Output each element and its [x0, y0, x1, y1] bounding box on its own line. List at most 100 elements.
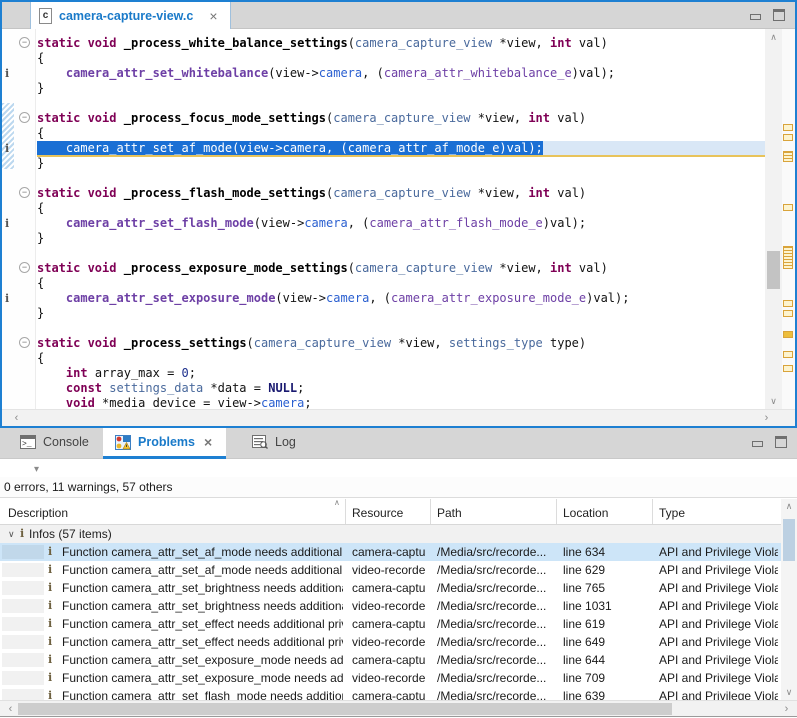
info-annotation-icon[interactable]: i: [5, 142, 9, 155]
code-line[interactable]: }: [37, 81, 765, 96]
table-cell: Function camera_attr_set_af_mode needs a…: [62, 561, 343, 579]
tab-console[interactable]: >_ Console: [8, 428, 101, 456]
code-line[interactable]: [37, 321, 765, 336]
code-line[interactable]: {: [37, 276, 765, 291]
fold-collapse-icon[interactable]: −: [19, 37, 30, 48]
table-row[interactable]: iFunction camera_attr_set_brightness nee…: [0, 597, 781, 615]
scroll-down-icon[interactable]: ∨: [765, 393, 782, 409]
code-line[interactable]: }: [37, 156, 765, 171]
warning-marker-icon[interactable]: [783, 246, 793, 269]
scrollbar-thumb[interactable]: [767, 251, 780, 289]
fold-collapse-icon[interactable]: −: [19, 187, 30, 198]
minimize-button[interactable]: [750, 14, 761, 20]
table-row[interactable]: iFunction camera_attr_set_af_mode needs …: [0, 543, 781, 561]
editor-vertical-scrollbar[interactable]: ∧ ∨: [765, 29, 782, 409]
code-line[interactable]: static void _process_focus_mode_settings…: [37, 111, 765, 126]
code-line[interactable]: [37, 246, 765, 261]
code-line[interactable]: camera_attr_set_whitebalance(view->camer…: [37, 66, 765, 81]
scroll-down-icon[interactable]: ∨: [781, 685, 797, 700]
code-line[interactable]: {: [37, 126, 765, 141]
scrollbar-thumb[interactable]: [18, 703, 672, 715]
code-line[interactable]: [37, 96, 765, 111]
column-header-type[interactable]: Type: [659, 499, 685, 525]
tree-indent: [2, 599, 44, 613]
minimize-button[interactable]: [752, 441, 763, 447]
code-line[interactable]: static void _process_white_balance_setti…: [37, 36, 765, 51]
column-header-description[interactable]: Description: [8, 499, 68, 525]
table-cell: Function camera_attr_set_brightness need…: [62, 579, 343, 597]
table-row[interactable]: iFunction camera_attr_set_exposure_mode …: [0, 669, 781, 687]
code-line[interactable]: camera_attr_set_af_mode(view->camera, (c…: [37, 141, 765, 156]
scroll-right-icon[interactable]: ›: [778, 701, 795, 718]
scroll-up-icon[interactable]: ∧: [765, 29, 782, 45]
table-cell: API and Privilege Violat: [659, 543, 778, 561]
tab-log[interactable]: Log: [240, 428, 308, 456]
warning-marker-icon[interactable]: [783, 300, 793, 307]
warning-marker-icon[interactable]: [783, 204, 793, 211]
scroll-up-icon[interactable]: ∧: [781, 499, 797, 514]
code-line[interactable]: int array_max = 0;: [37, 366, 765, 381]
column-header-location[interactable]: Location: [563, 499, 608, 525]
table-vertical-scrollbar[interactable]: ∧ ∨: [781, 499, 797, 700]
table-cell: camera-captu...: [352, 651, 426, 669]
code-editor[interactable]: − i − i − i − i − static void _process_white_bal…: [2, 29, 795, 409]
column-header-resource[interactable]: Resource: [352, 499, 403, 525]
code-line[interactable]: const settings_data *data = NULL;: [37, 381, 765, 396]
maximize-button[interactable]: [775, 436, 787, 448]
scrollbar-thumb[interactable]: [783, 519, 795, 561]
column-header-path[interactable]: Path: [437, 499, 462, 525]
table-row[interactable]: iFunction camera_attr_set_af_mode needs …: [0, 561, 781, 579]
fold-collapse-icon[interactable]: −: [19, 262, 30, 273]
code-line[interactable]: }: [37, 231, 765, 246]
table-row[interactable]: iFunction camera_attr_set_flash_mode nee…: [0, 687, 781, 700]
scroll-left-icon[interactable]: ‹: [8, 410, 25, 427]
warning-marker-icon[interactable]: [783, 331, 793, 338]
warning-marker-icon[interactable]: [783, 134, 793, 141]
editor-horizontal-scrollbar[interactable]: ‹ ›: [2, 409, 795, 426]
table-row[interactable]: iFunction camera_attr_set_effect needs a…: [0, 633, 781, 651]
code-line[interactable]: static void _process_flash_mode_settings…: [37, 186, 765, 201]
table-row[interactable]: iFunction camera_attr_set_effect needs a…: [0, 615, 781, 633]
table-cell: line 619: [563, 615, 648, 633]
fold-collapse-icon[interactable]: −: [19, 112, 30, 123]
tab-log-label: Log: [275, 435, 296, 449]
editor-tab-camera-capture-view[interactable]: c camera-capture-view.c ×: [30, 2, 231, 29]
table-cell: Function camera_attr_set_brightness need…: [62, 597, 343, 615]
scroll-right-icon[interactable]: ›: [758, 410, 775, 427]
code-line[interactable]: void *media_device = view->camera;: [37, 396, 765, 409]
editor-pane: c camera-capture-view.c × − i − i − i − i − stat…: [0, 0, 797, 428]
view-menu-icon[interactable]: ▾: [34, 464, 39, 475]
fold-collapse-icon[interactable]: −: [19, 337, 30, 348]
table-cell: API and Privilege Violat: [659, 561, 778, 579]
code-line[interactable]: static void _process_settings(camera_cap…: [37, 336, 765, 351]
code-line[interactable]: [37, 171, 765, 186]
code-line[interactable]: static void _process_exposure_mode_setti…: [37, 261, 765, 276]
bottom-horizontal-scrollbar[interactable]: ‹ ›: [0, 700, 797, 717]
chevron-down-icon[interactable]: ∨: [8, 525, 15, 543]
code-line[interactable]: {: [37, 351, 765, 366]
warning-marker-icon[interactable]: [783, 151, 793, 162]
problems-group-row[interactable]: ∨ i Infos (57 items): [0, 525, 781, 543]
table-cell: Function camera_attr_set_effect needs ad…: [62, 633, 343, 651]
tab-problems[interactable]: Problems ×: [103, 428, 226, 456]
code-line[interactable]: camera_attr_set_exposure_mode(view->came…: [37, 291, 765, 306]
problems-table: ∨ i Infos (57 items) iFunction camera_at…: [0, 525, 781, 700]
editor-tab-close-icon[interactable]: ×: [207, 9, 219, 23]
info-annotation-icon[interactable]: i: [5, 67, 9, 80]
code-line[interactable]: }: [37, 306, 765, 321]
warning-marker-icon[interactable]: [783, 365, 793, 372]
warning-marker-icon[interactable]: [783, 310, 793, 317]
tab-problems-close-icon[interactable]: ×: [202, 435, 214, 449]
maximize-button[interactable]: [773, 9, 785, 21]
code-line[interactable]: {: [37, 201, 765, 216]
code-line[interactable]: camera_attr_set_flash_mode(view->camera,…: [37, 216, 765, 231]
warning-marker-icon[interactable]: [783, 351, 793, 358]
info-annotation-icon[interactable]: i: [5, 292, 9, 305]
code-line[interactable]: {: [37, 51, 765, 66]
warning-marker-icon[interactable]: [783, 124, 793, 131]
table-cell: video-recorde...: [352, 597, 426, 615]
table-row[interactable]: iFunction camera_attr_set_exposure_mode …: [0, 651, 781, 669]
info-annotation-icon[interactable]: i: [5, 217, 9, 230]
table-row[interactable]: iFunction camera_attr_set_brightness nee…: [0, 579, 781, 597]
scroll-left-icon[interactable]: ‹: [2, 701, 19, 718]
